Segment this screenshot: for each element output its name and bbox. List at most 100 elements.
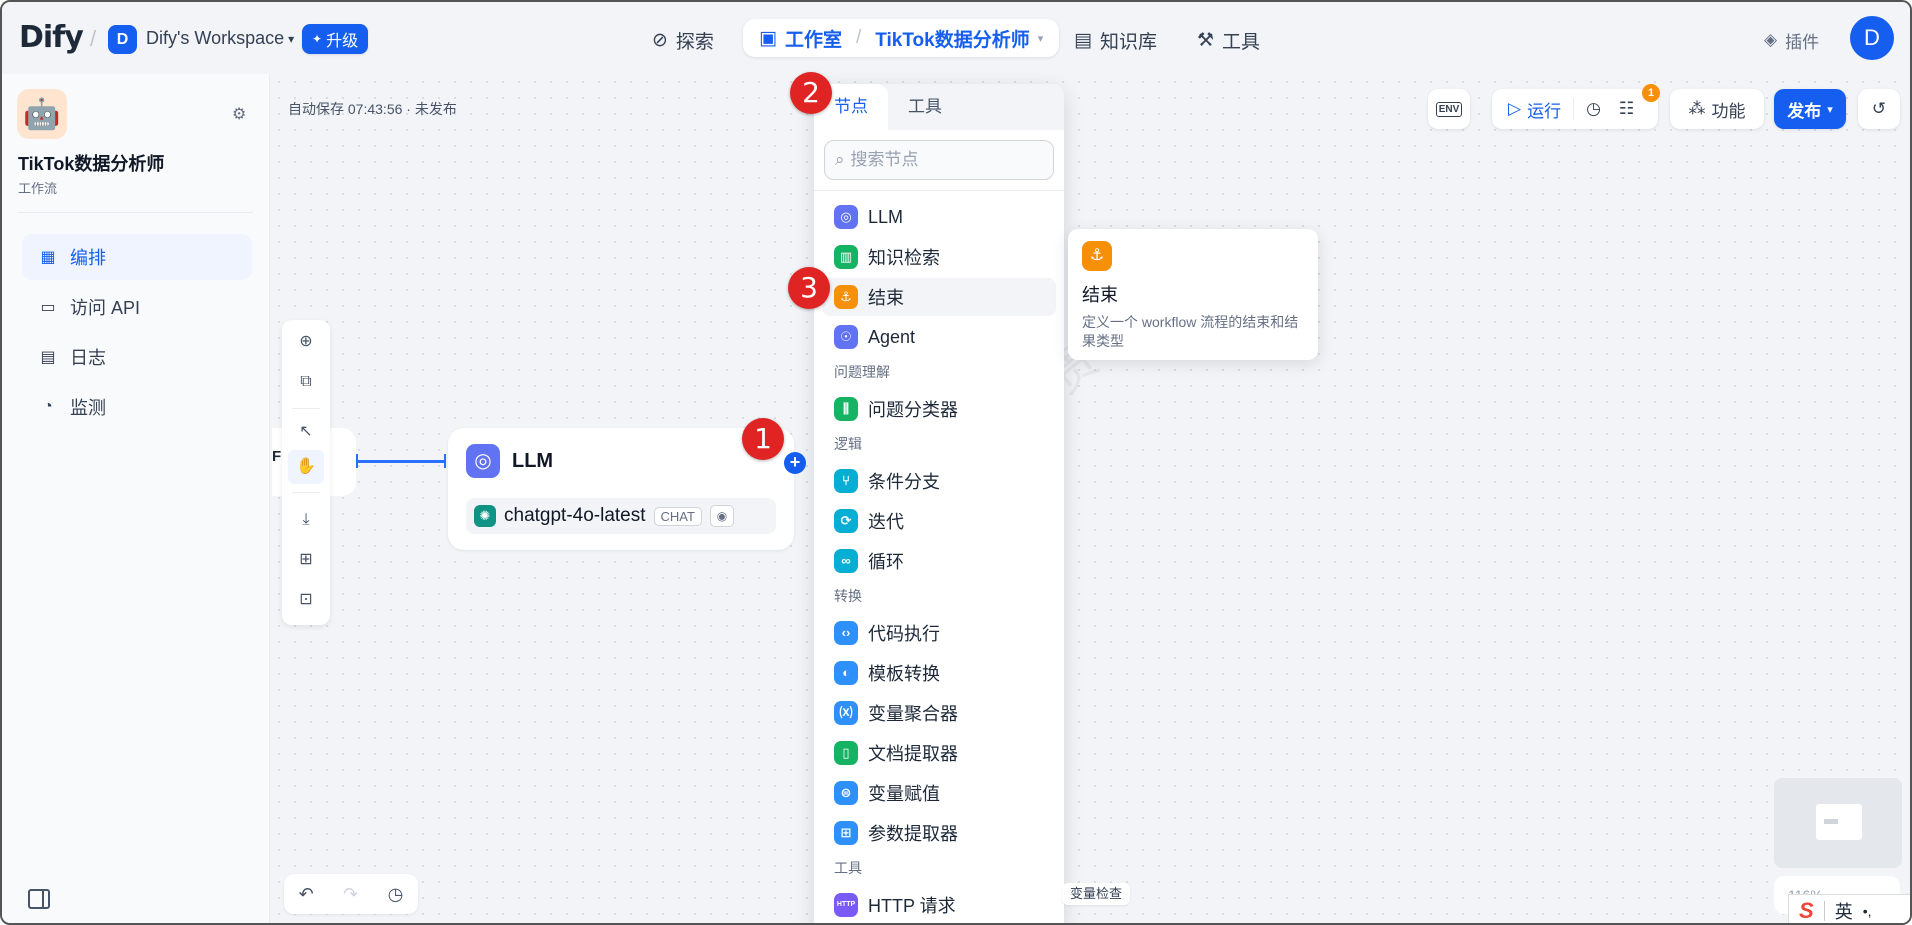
nav-explore-label: 探索 bbox=[675, 31, 714, 53]
add-next-node-plus-icon[interactable]: + bbox=[784, 452, 806, 474]
sidebar-item-label: 编排 bbox=[70, 248, 106, 268]
publish-button[interactable]: 发布 ▾ bbox=[1774, 89, 1846, 129]
history-icon[interactable]: ◷ bbox=[388, 884, 404, 905]
divider bbox=[814, 190, 1064, 191]
node-item-ifelse[interactable]: ⑂ 条件分支 bbox=[822, 462, 1056, 500]
top-bar: Dify / D Dify's Workspace ▾ ✦ 升级 ⊘ 探索 ▣ … bbox=[2, 2, 1910, 74]
user-avatar[interactable]: D bbox=[1850, 16, 1894, 60]
play-icon[interactable]: ▷ bbox=[1508, 99, 1521, 119]
version-history-button[interactable]: ↺ bbox=[1858, 89, 1900, 129]
chevron-down-icon: ▾ bbox=[288, 31, 295, 46]
node-item-label: 循环 bbox=[868, 552, 904, 572]
node-item-http[interactable]: HTTP HTTP 请求 bbox=[822, 886, 1056, 923]
infinity-icon: ∞ bbox=[834, 549, 858, 573]
iteration-icon: ⟳ bbox=[834, 509, 858, 533]
workflow-edge[interactable] bbox=[356, 454, 446, 468]
node-item-aggregator[interactable]: ⒳ 变量聚合器 bbox=[822, 694, 1056, 732]
nav-plugins[interactable]: ◈ 插件 bbox=[1764, 22, 1819, 58]
robot-icon: ▣ bbox=[759, 27, 777, 49]
node-item-template[interactable]: ◐ 模板转换 bbox=[822, 654, 1056, 692]
node-item-end[interactable]: ⚓ 结束 bbox=[822, 278, 1056, 316]
node-item-label: 变量聚合器 bbox=[868, 704, 958, 724]
variable-inspect-button[interactable]: 变量检查 bbox=[1062, 883, 1131, 905]
sidebar-item-label: 访问 API bbox=[70, 298, 141, 318]
minimap[interactable] bbox=[1774, 778, 1902, 868]
search-icon: ⌕ bbox=[835, 150, 845, 169]
vision-eye-icon: ◉ bbox=[709, 505, 734, 527]
compass-icon: ⊘ bbox=[652, 29, 668, 51]
sogou-logo[interactable]: S bbox=[1799, 898, 1814, 923]
grid-icon: ⊞ bbox=[834, 821, 858, 845]
sidebar-item-logs[interactable]: ▤ 日志 bbox=[22, 334, 252, 380]
group-transform: 转换 bbox=[834, 588, 862, 604]
node-search[interactable]: ⌕ bbox=[824, 140, 1054, 180]
node-item-label: 文档提取器 bbox=[868, 744, 958, 764]
node-item-code[interactable]: ‹› 代码执行 bbox=[822, 614, 1056, 652]
agent-icon: ☉ bbox=[834, 325, 858, 349]
workspace-switcher[interactable]: Dify's Workspace ▾ bbox=[146, 28, 294, 49]
chevron-down-icon[interactable]: ▾ bbox=[1038, 32, 1044, 45]
hammer-icon: ⚒ bbox=[1197, 29, 1215, 51]
pointer-icon[interactable]: ↖ bbox=[294, 420, 318, 444]
nav-studio[interactable]: ▣ 工作室 / TikTok数据分析师 ▾ bbox=[743, 19, 1060, 57]
node-item-classifier[interactable]: ⫼ 问题分类器 bbox=[822, 390, 1056, 428]
checklist-icon[interactable]: ☷ bbox=[1619, 99, 1634, 119]
sidebar-collapse-icon[interactable] bbox=[28, 889, 50, 909]
redo-icon[interactable]: ↷ bbox=[343, 884, 358, 905]
group-logic: 逻辑 bbox=[834, 436, 862, 452]
llm-node[interactable]: ◎ LLM ✺ chatgpt-4o-latest CHAT ◉ bbox=[448, 428, 794, 550]
organize-blocks-icon[interactable]: ⊞ bbox=[294, 548, 318, 572]
node-search-input[interactable] bbox=[850, 150, 1041, 170]
nav-knowledge-label: 知识库 bbox=[1099, 31, 1157, 53]
undo-icon[interactable]: ↶ bbox=[299, 884, 314, 905]
nav-knowledge[interactable]: ▤ 知识库 bbox=[1074, 22, 1157, 58]
node-item-llm[interactable]: ◎ LLM bbox=[822, 198, 1056, 236]
node-item-loop[interactable]: ∞ 循环 bbox=[822, 542, 1056, 580]
node-item-knowledge[interactable]: ▥ 知识检索 bbox=[822, 238, 1056, 276]
sidebar-item-orchestrate[interactable]: ▦ 编排 bbox=[22, 234, 252, 280]
annotation-marker-2: 2 bbox=[790, 72, 832, 114]
env-button[interactable]: ENV bbox=[1428, 89, 1470, 129]
node-item-param-extractor[interactable]: ⊞ 参数提取器 bbox=[822, 814, 1056, 852]
node-picker-panel: 节点 工具 ⌕ ◎ LLM ▥ 知识检索 ⚓ 结束 ☉ Agent 问题理解 ⫼… bbox=[814, 84, 1064, 923]
sidebar-item-monitor[interactable]: ◔ 监测 bbox=[22, 384, 252, 430]
settings-sliders-icon[interactable]: ⚙ bbox=[232, 104, 246, 124]
nav-studio-label: 工作室 bbox=[784, 29, 842, 51]
tab-tools[interactable]: 工具 bbox=[888, 84, 962, 130]
tooltip-description: 定义一个 workflow 流程的结束和结果类型 bbox=[1082, 314, 1299, 349]
add-note-icon[interactable]: ⧉ bbox=[294, 370, 318, 394]
node-item-doc-extractor[interactable]: ▯ 文档提取器 bbox=[822, 734, 1056, 772]
node-item-label: 结束 bbox=[868, 288, 904, 308]
workspace-avatar[interactable]: D bbox=[108, 25, 137, 54]
add-node-icon[interactable]: ⊕ bbox=[294, 330, 318, 354]
breadcrumb-separator: / bbox=[90, 26, 97, 51]
document-icon: ▯ bbox=[834, 741, 858, 765]
nav-tools[interactable]: ⚒ 工具 bbox=[1197, 22, 1260, 58]
app-name-breadcrumb[interactable]: TikTok数据分析师 bbox=[875, 25, 1029, 52]
brain-icon: ◎ bbox=[834, 205, 858, 229]
ime-lang[interactable]: 英 bbox=[1835, 898, 1853, 923]
sidebar-item-api[interactable]: ▭ 访问 API bbox=[22, 284, 252, 330]
autosave-status: 自动保存 07:43:56 · 未发布 bbox=[288, 101, 457, 117]
features-button[interactable]: ⁂ 功能 bbox=[1670, 89, 1764, 129]
minimap-node bbox=[1816, 804, 1862, 840]
nav-explore[interactable]: ⊘ 探索 bbox=[652, 22, 714, 58]
node-item-assigner[interactable]: ⊜ 变量赋值 bbox=[822, 774, 1056, 812]
node-item-iteration[interactable]: ⟳ 迭代 bbox=[822, 502, 1056, 540]
dify-logo[interactable]: Dify bbox=[19, 20, 84, 55]
export-image-icon[interactable]: ⤓ bbox=[294, 508, 318, 532]
fit-view-icon[interactable]: ⊡ bbox=[294, 588, 318, 612]
chevron-down-icon: ▾ bbox=[1827, 103, 1833, 116]
run-button[interactable]: 运行 bbox=[1527, 97, 1561, 122]
workspace-name: Dify's Workspace bbox=[146, 28, 285, 48]
hand-icon[interactable]: ✋ bbox=[288, 450, 324, 484]
divider bbox=[1573, 98, 1575, 120]
punctuation-icon[interactable]: •, bbox=[1863, 903, 1872, 919]
sparkle-icon: ✦ bbox=[312, 32, 323, 46]
terminal-icon: ▭ bbox=[40, 299, 56, 316]
history-run-icon[interactable]: ◷ bbox=[1586, 99, 1601, 119]
node-item-agent[interactable]: ☉ Agent bbox=[822, 318, 1056, 356]
model-name: chatgpt-4o-latest bbox=[504, 505, 646, 526]
llm-model-selector[interactable]: ✺ chatgpt-4o-latest CHAT ◉ bbox=[466, 498, 776, 534]
upgrade-button[interactable]: ✦ 升级 bbox=[302, 24, 369, 54]
